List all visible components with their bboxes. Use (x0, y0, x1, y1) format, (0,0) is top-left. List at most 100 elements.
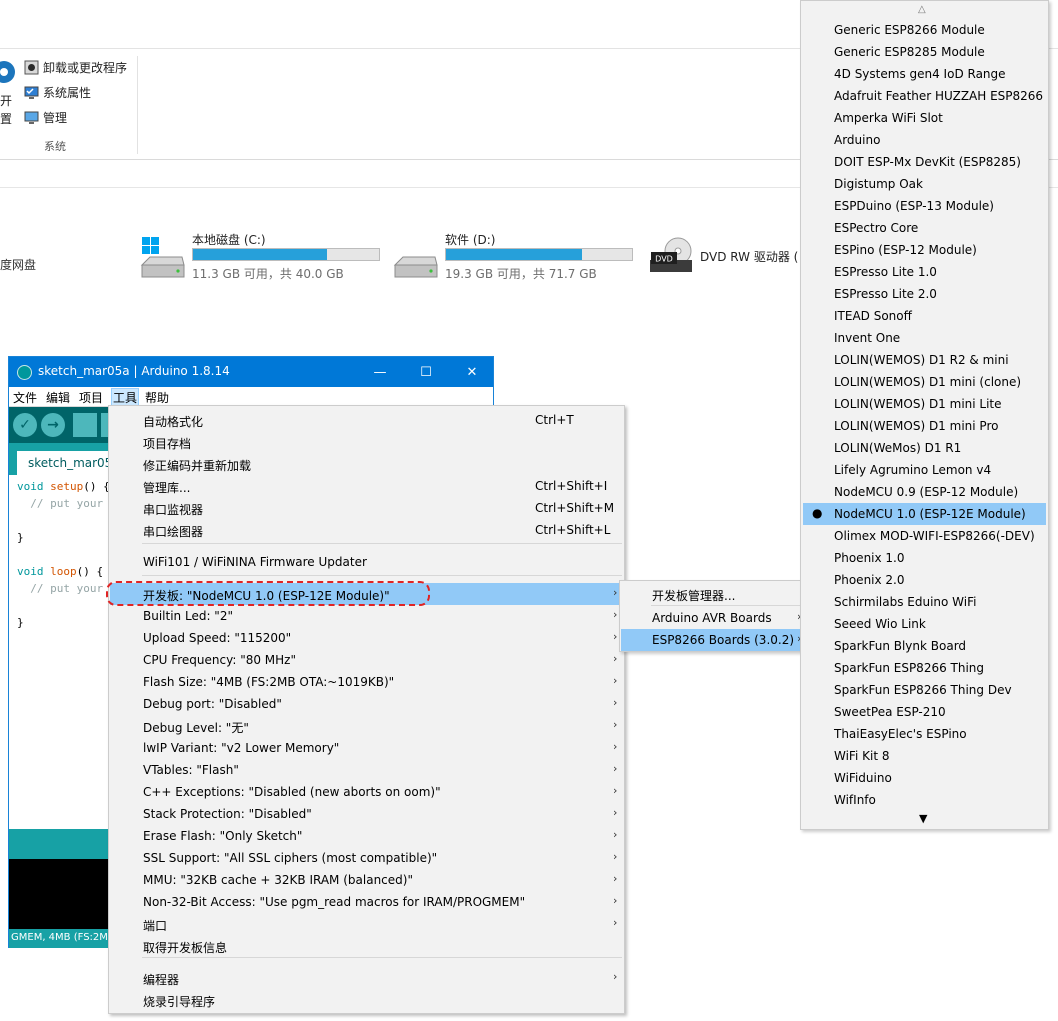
gear-icon[interactable] (0, 58, 18, 88)
tools-menu-item[interactable]: 串口绘图器 Ctrl+Shift+L (110, 519, 624, 541)
board-list-item[interactable]: WiFiduino (803, 767, 1046, 789)
tools-menu-item[interactable]: SSL Support: "All SSL ciphers (most comp… (110, 847, 624, 869)
board-list-item[interactable]: SweetPea ESP-210 (803, 701, 1046, 723)
board-list-item[interactable]: ESPresso Lite 1.0 (803, 261, 1046, 283)
board-submenu-item[interactable]: ESP8266 Boards (3.0.2)› (621, 629, 805, 651)
board-list-item[interactable]: SparkFun ESP8266 Thing (803, 657, 1046, 679)
board-name: SparkFun ESP8266 Thing Dev (834, 683, 1012, 697)
board-list-item[interactable]: Amperka WiFi Slot (803, 107, 1046, 129)
tools-menu-item[interactable]: 修正编码并重新加载 (110, 453, 624, 475)
board-list-item[interactable]: DOIT ESP-Mx DevKit (ESP8285) (803, 151, 1046, 173)
board-list-item[interactable]: LOLIN(WEMOS) D1 R2 & mini (803, 349, 1046, 371)
board-list-item[interactable]: SparkFun Blynk Board (803, 635, 1046, 657)
tools-menu-item[interactable]: WiFi101 / WiFiNINA Firmware Updater (110, 551, 624, 573)
tools-menu-item[interactable]: 烧录引导程序 (110, 989, 624, 1011)
board-list-item[interactable]: Schirmilabs Eduino WiFi (803, 591, 1046, 613)
tools-menu-item[interactable]: Upload Speed: "115200" › (110, 627, 624, 649)
board-submenu-item[interactable]: Arduino AVR Boards› (621, 607, 805, 629)
system-properties-button[interactable]: 系统属性 (24, 83, 91, 101)
board-list-item[interactable]: ITEAD Sonoff (803, 305, 1046, 327)
tools-menu-item[interactable]: CPU Frequency: "80 MHz" › (110, 649, 624, 671)
tools-menu: 自动格式化 Ctrl+T 项目存档 修正编码并重新加载 管理库... Ctrl+Shift… (108, 405, 625, 1014)
tools-menu-item[interactable]: MMU: "32KB cache + 32KB IRAM (balanced)"… (110, 869, 624, 891)
tools-menu-item[interactable]: 端口 › (110, 913, 624, 935)
board-list-item[interactable]: Lifely Agrumino Lemon v4 (803, 459, 1046, 481)
board-name: Olimex MOD-WIFI-ESP8266(-DEV) (834, 529, 1035, 543)
board-list-item[interactable]: Phoenix 2.0 (803, 569, 1046, 591)
menu-file[interactable]: 文件 (13, 389, 37, 406)
drive-d[interactable]: 软件 (D:) 19.3 GB 可用，共 71.7 GB (393, 231, 638, 281)
board-list-item[interactable]: WiFi Kit 8 (803, 745, 1046, 767)
uninstall-program-button[interactable]: 卸载或更改程序 (24, 58, 127, 76)
board-list-item[interactable]: Arduino (803, 129, 1046, 151)
tools-menu-item[interactable]: Flash Size: "4MB (FS:2MB OTA:~1019KB)" › (110, 671, 624, 693)
tools-menu-item[interactable]: Non-32-Bit Access: "Use pgm_read macros … (110, 891, 624, 913)
board-list-item[interactable]: ESPDuino (ESP-13 Module) (803, 195, 1046, 217)
tools-menu-item[interactable]: 项目存档 (110, 431, 624, 453)
board-name: ESPresso Lite 1.0 (834, 265, 937, 279)
board-list-item[interactable]: ThaiEasyElec's ESPino (803, 723, 1046, 745)
code-line: // put your (17, 497, 103, 510)
new-sketch-icon[interactable] (73, 413, 97, 437)
manage-button[interactable]: 管理 (24, 108, 67, 126)
board-list-item[interactable]: LOLIN(WEMOS) D1 mini Pro (803, 415, 1046, 437)
menu-item-label: Debug port: "Disabled" (143, 697, 282, 711)
board-list-item[interactable]: 4D Systems gen4 IoD Range (803, 63, 1046, 85)
ribbon-big-button-label-2[interactable]: 置 (0, 110, 12, 127)
menu-sketch[interactable]: 项目 (79, 389, 103, 406)
board-list-item[interactable]: Phoenix 1.0 (803, 547, 1046, 569)
board-list-item[interactable]: ESPresso Lite 2.0 (803, 283, 1046, 305)
tools-menu-item[interactable]: Debug Level: "无" › (110, 715, 624, 737)
board-list-item[interactable]: Olimex MOD-WIFI-ESP8266(-DEV) (803, 525, 1046, 547)
board-name: Generic ESP8285 Module (834, 45, 985, 59)
ribbon-big-button-label-1[interactable]: 开 (0, 92, 12, 109)
tools-menu-item[interactable]: Debug port: "Disabled" › (110, 693, 624, 715)
tools-menu-item[interactable]: Stack Protection: "Disabled" › (110, 803, 624, 825)
submenu-arrow-icon: › (613, 740, 618, 753)
board-submenu-item[interactable]: 开发板管理器... (621, 583, 805, 605)
tools-menu-item[interactable]: C++ Exceptions: "Disabled (new aborts on… (110, 781, 624, 803)
submenu-arrow-icon: › (613, 586, 618, 599)
maximize-button[interactable]: ☐ (403, 357, 449, 387)
tools-menu-item[interactable]: 自动格式化 Ctrl+T (110, 409, 624, 431)
board-list-item[interactable]: SparkFun ESP8266 Thing Dev (803, 679, 1046, 701)
board-list-item[interactable]: Adafruit Feather HUZZAH ESP8266 (803, 85, 1046, 107)
tab-sketch[interactable]: sketch_mar05 (17, 451, 113, 475)
board-list-item[interactable]: LOLIN(WEMOS) D1 mini Lite (803, 393, 1046, 415)
tools-menu-item[interactable]: Erase Flash: "Only Sketch" › (110, 825, 624, 847)
board-list-item[interactable]: WifInfo (803, 789, 1046, 811)
board-list-item[interactable]: Invent One (803, 327, 1046, 349)
close-button[interactable]: ✕ (449, 357, 495, 387)
board-list-item[interactable]: NodeMCU 0.9 (ESP-12 Module) (803, 481, 1046, 503)
verify-check-icon[interactable]: ✓ (13, 413, 37, 437)
nav-item-baidu-netdisk[interactable]: 度网盘 (0, 256, 36, 273)
drive-c[interactable]: 本地磁盘 (C:) 11.3 GB 可用，共 40.0 GB (140, 231, 385, 281)
minimize-button[interactable]: — (357, 357, 403, 387)
scroll-down-arrow-icon[interactable]: ▼ (919, 812, 927, 825)
board-list-item[interactable]: Generic ESP8266 Module (803, 19, 1046, 41)
tools-menu-item[interactable]: lwIP Variant: "v2 Lower Memory" › (110, 737, 624, 759)
board-list-item[interactable]: Generic ESP8285 Module (803, 41, 1046, 63)
submenu-arrow-icon: › (613, 762, 618, 775)
menu-help[interactable]: 帮助 (145, 389, 169, 406)
upload-arrow-icon[interactable]: → (41, 413, 65, 437)
tools-menu-item[interactable]: VTables: "Flash" › (110, 759, 624, 781)
ide-title-bar[interactable]: sketch_mar05a | Arduino 1.8.14 — ☐ ✕ (9, 357, 493, 387)
board-list-item[interactable]: LOLIN(WeMos) D1 R1 (803, 437, 1046, 459)
tools-menu-item[interactable]: 串口监视器 Ctrl+Shift+M (110, 497, 624, 519)
menu-edit[interactable]: 编辑 (46, 389, 70, 406)
menu-item-label: C++ Exceptions: "Disabled (new aborts on… (143, 785, 441, 799)
board-name: LOLIN(WEMOS) D1 mini (clone) (834, 375, 1022, 389)
board-list-item[interactable]: ESPectro Core (803, 217, 1046, 239)
tools-menu-item[interactable]: 管理库... Ctrl+Shift+I (110, 475, 624, 497)
tools-menu-item[interactable]: Builtin Led: "2" › (110, 605, 624, 627)
scroll-up-arrow-icon[interactable]: △ (918, 4, 926, 15)
board-list-item[interactable]: Digistump Oak (803, 173, 1046, 195)
board-list-item[interactable]: ● NodeMCU 1.0 (ESP-12E Module) (803, 503, 1046, 525)
tools-menu-item[interactable]: 取得开发板信息 (110, 935, 624, 957)
board-list-item[interactable]: ESPino (ESP-12 Module) (803, 239, 1046, 261)
board-list-item[interactable]: LOLIN(WEMOS) D1 mini (clone) (803, 371, 1046, 393)
drive-dvd[interactable]: DVD DVD RW 驱动器 ( (648, 236, 800, 286)
tools-menu-item[interactable]: 编程器 › (110, 967, 624, 989)
board-list-item[interactable]: Seeed Wio Link (803, 613, 1046, 635)
